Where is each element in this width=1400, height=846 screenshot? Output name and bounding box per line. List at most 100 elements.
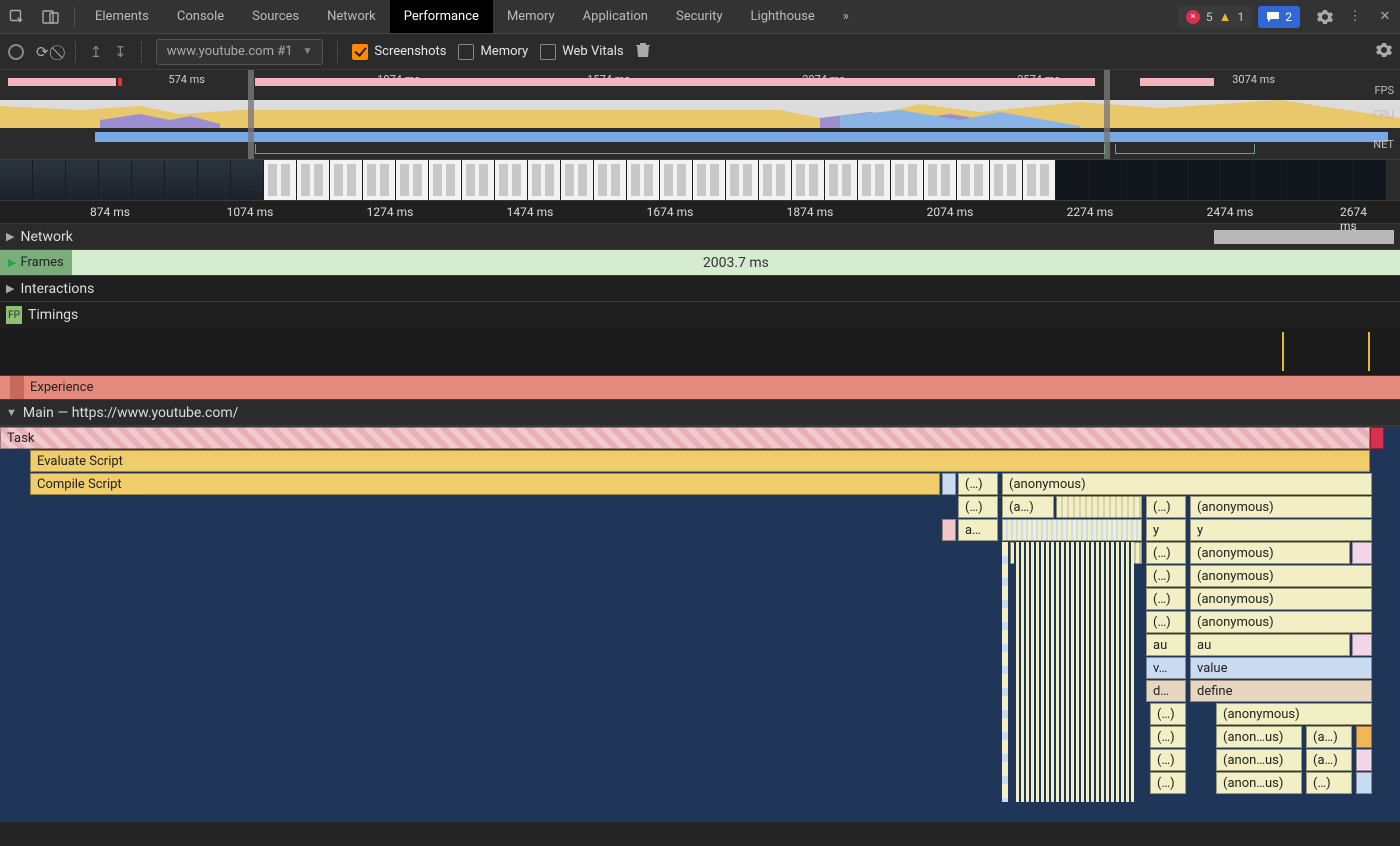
timings-track-body[interactable]: [0, 328, 1400, 376]
delete-icon[interactable]: [636, 42, 650, 62]
flame-fn[interactable]: (anon…us): [1216, 772, 1302, 794]
main-track-header[interactable]: ▼ Main — https://www.youtube.com/: [0, 400, 1400, 426]
flame-fn[interactable]: (anon…us): [1216, 749, 1302, 771]
flame-fn[interactable]: (anonymous): [1190, 496, 1372, 518]
record-button-icon[interactable]: [8, 44, 24, 60]
flame-fn[interactable]: (…): [1150, 703, 1186, 725]
tab-network[interactable]: Network: [313, 0, 390, 33]
timeline-overview[interactable]: 574 ms 1074 ms 1574 ms 2074 ms 2574 ms 3…: [0, 70, 1400, 160]
screenshot-thumb[interactable]: [1089, 160, 1122, 200]
screenshot-thumb[interactable]: [1122, 160, 1155, 200]
flame-fn[interactable]: value: [1190, 657, 1372, 679]
screenshot-thumb[interactable]: [627, 160, 660, 200]
settings-gear-icon[interactable]: [1310, 9, 1340, 25]
screenshot-thumb[interactable]: [99, 160, 132, 200]
network-track-header[interactable]: ▶ Network: [0, 224, 1400, 250]
flame-fn[interactable]: (…): [1146, 496, 1186, 518]
screenshot-thumb[interactable]: [462, 160, 495, 200]
flame-block[interactable]: [1356, 772, 1372, 794]
screenshot-thumb[interactable]: [528, 160, 561, 200]
save-profile-icon[interactable]: ↧: [114, 43, 127, 61]
screenshot-thumb[interactable]: [198, 160, 231, 200]
screenshot-thumb[interactable]: [33, 160, 66, 200]
experience-track[interactable]: Experience: [0, 376, 1400, 400]
screenshot-thumb[interactable]: [792, 160, 825, 200]
flame-fn[interactable]: (…): [1146, 588, 1186, 610]
screenshot-thumb[interactable]: [1320, 160, 1353, 200]
screenshot-thumb[interactable]: [0, 160, 33, 200]
capture-settings-gear-icon[interactable]: [1376, 42, 1392, 62]
flame-block[interactable]: [1352, 634, 1372, 656]
tab-elements[interactable]: Elements: [81, 0, 163, 33]
memory-checkbox[interactable]: Memory: [458, 44, 528, 60]
device-toolbar-icon[interactable]: [34, 10, 68, 24]
flame-compile-script[interactable]: Compile Script: [30, 473, 940, 495]
load-profile-icon[interactable]: ↥: [90, 43, 103, 61]
screenshot-thumb[interactable]: [1155, 160, 1188, 200]
screenshot-thumb[interactable]: [693, 160, 726, 200]
flame-block[interactable]: [942, 473, 956, 495]
flame-fn[interactable]: (anonymous): [1216, 703, 1372, 725]
tab-sources[interactable]: Sources: [238, 0, 313, 33]
screenshot-thumb[interactable]: [924, 160, 957, 200]
flame-fn[interactable]: (anonymous): [1002, 473, 1372, 495]
screenshot-thumb[interactable]: [495, 160, 528, 200]
flame-fn[interactable]: y: [1146, 519, 1186, 541]
recording-select[interactable]: www.youtube.com #1 ▼: [156, 39, 324, 65]
screenshot-thumb[interactable]: [561, 160, 594, 200]
flame-fn[interactable]: (a…): [1306, 726, 1352, 748]
timing-marker[interactable]: [1368, 332, 1370, 371]
flame-fn[interactable]: (anonymous): [1190, 542, 1350, 564]
screenshot-thumb[interactable]: [1188, 160, 1221, 200]
flame-fn[interactable]: define: [1190, 680, 1372, 702]
screenshot-thumb[interactable]: [1287, 160, 1320, 200]
flame-block[interactable]: [1356, 726, 1372, 748]
flame-fn[interactable]: (…): [1150, 726, 1186, 748]
tabs-overflow-icon[interactable]: »: [829, 0, 863, 33]
flame-fn[interactable]: (anonymous): [1190, 565, 1372, 587]
timing-marker[interactable]: [1282, 332, 1284, 371]
screenshot-thumb[interactable]: [1254, 160, 1287, 200]
screenshot-thumb[interactable]: [264, 160, 297, 200]
detail-ruler[interactable]: 874 ms 1074 ms 1274 ms 1474 ms 1674 ms 1…: [0, 200, 1400, 224]
flame-fn-striped[interactable]: [1056, 496, 1142, 518]
close-icon[interactable]: ✕: [1370, 9, 1400, 24]
flame-fn[interactable]: (…): [1150, 749, 1186, 771]
flame-block[interactable]: [1352, 542, 1372, 564]
screenshot-thumb[interactable]: [231, 160, 264, 200]
tab-memory[interactable]: Memory: [493, 0, 569, 33]
inspect-element-icon[interactable]: [0, 9, 34, 25]
flame-fn[interactable]: v…: [1146, 657, 1186, 679]
flame-fn[interactable]: (…): [1306, 772, 1352, 794]
kebab-menu-icon[interactable]: ⋮: [1340, 9, 1370, 24]
reload-record-icon[interactable]: ⟳: [36, 43, 49, 61]
tab-security[interactable]: Security: [662, 0, 737, 33]
screenshot-thumb[interactable]: [1023, 160, 1056, 200]
flame-fn[interactable]: (…): [1150, 772, 1186, 794]
screenshot-thumb[interactable]: [759, 160, 792, 200]
flame-fn[interactable]: d…: [1146, 680, 1186, 702]
screenshot-thumb[interactable]: [132, 160, 165, 200]
screenshot-thumb[interactable]: [660, 160, 693, 200]
errors-warnings-badge[interactable]: × 5 ▲ 1: [1178, 6, 1252, 28]
screenshot-thumb[interactable]: [66, 160, 99, 200]
screenshot-thumb[interactable]: [1221, 160, 1254, 200]
timings-track-header[interactable]: FP Timings: [0, 302, 1400, 328]
flame-evaluate-script[interactable]: Evaluate Script: [30, 450, 1370, 472]
flame-fn[interactable]: (anonymous): [1190, 611, 1372, 633]
screenshot-thumb[interactable]: [165, 160, 198, 200]
flame-fn[interactable]: (a…): [1306, 749, 1352, 771]
flame-fn[interactable]: au: [1190, 634, 1350, 656]
screenshot-filmstrip[interactable]: [0, 160, 1400, 200]
interactions-track-header[interactable]: ▶ Interactions: [0, 276, 1400, 302]
screenshot-thumb[interactable]: [726, 160, 759, 200]
flame-fn[interactable]: (…): [1146, 542, 1186, 564]
screenshot-thumb[interactable]: [990, 160, 1023, 200]
overview-window-handle-left[interactable]: [248, 70, 254, 159]
main-flame-chart[interactable]: Task Evaluate Script Compile Script (…) …: [0, 426, 1400, 822]
frames-duration[interactable]: 2003.7 ms: [72, 250, 1400, 275]
screenshot-thumb[interactable]: [891, 160, 924, 200]
screenshot-thumb[interactable]: [1353, 160, 1386, 200]
flame-fn[interactable]: (anonymous): [1190, 588, 1372, 610]
screenshot-thumb[interactable]: [594, 160, 627, 200]
